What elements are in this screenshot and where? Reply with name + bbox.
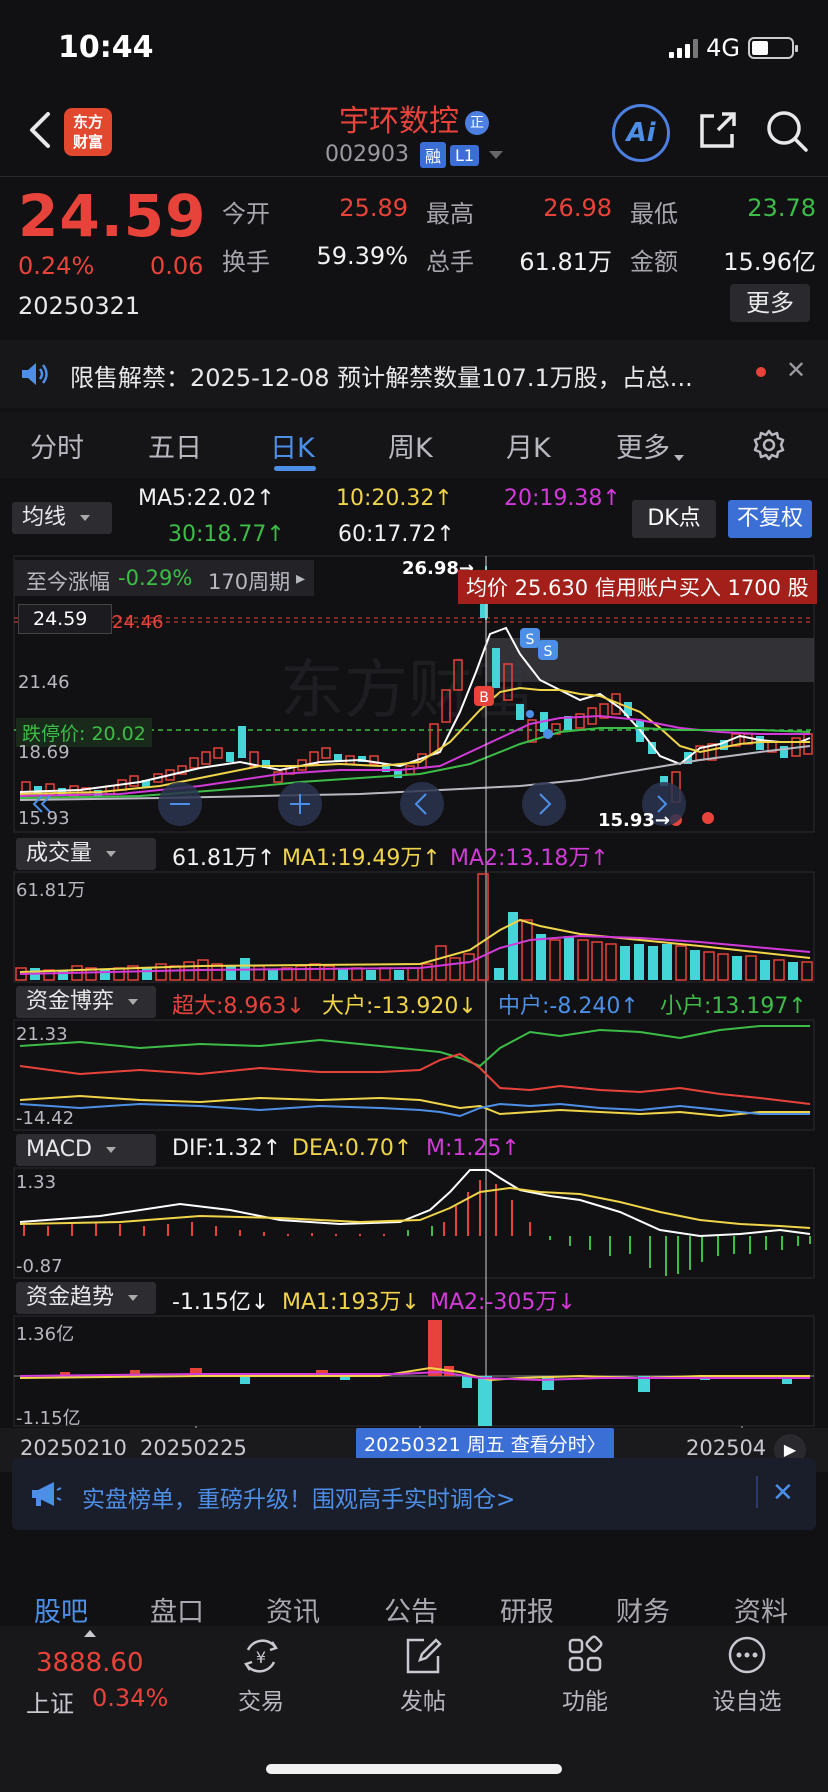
since-gain-label: 至今涨幅 [26,570,110,594]
macd-dea: DEA:0.70↑ [292,1136,413,1161]
dk-point-button[interactable]: DK点 [632,500,716,538]
volume-select-label: 成交量 [26,841,93,866]
edit-icon [406,1638,442,1674]
nav-post-label: 发帖 [400,1689,446,1715]
fund-y-top: 21.33 [16,1024,68,1045]
chevron-down-icon [105,1147,116,1153]
tab-profile[interactable]: 资料 [734,1590,788,1629]
scroll-left-button [400,782,444,826]
svg-text:S: S [526,632,535,648]
y-axis-top: 24.46 [112,612,164,633]
nav-function-label: 功能 [562,1689,608,1715]
y-axis-2: 21.46 [18,672,70,693]
ma20-value: 20:19.38↑ [504,486,621,511]
fund-select-label: 资金博弈 [26,989,115,1014]
tab-pankou[interactable]: 盘口 [150,1590,204,1629]
grid-icon [568,1635,603,1672]
nav-post[interactable]: 发帖 [368,1634,478,1716]
y-axis-3: 18.69 [18,742,70,763]
macd-bars [23,1180,811,1276]
yen-exchange-icon: ¥ [244,1639,278,1673]
tab-news[interactable]: 资讯 [266,1590,320,1629]
promo-divider [756,1476,758,1508]
nav-add-watchlist[interactable]: 设自选 [692,1634,802,1716]
macd-dif: DIF:1.32↑ [172,1136,282,1161]
trend-ma2: MA2:-305万↓ [430,1290,576,1315]
trend-select[interactable]: 资金趋势 [16,1282,156,1314]
y-axis-bottom: 15.93 [18,808,70,829]
fund-small: 小户:13.197↑ [660,994,807,1019]
index-name[interactable]: 上证 [26,1684,74,1719]
chevron-down-icon [80,515,91,521]
macd-select[interactable]: MACD [16,1134,156,1166]
svg-text:¥: ¥ [256,1648,266,1667]
caret-up-icon [84,1630,96,1637]
promo-text[interactable]: 实盘榜单，重磅升级！围观高手实时调仓> [82,1480,515,1514]
close-icon[interactable]: ✕ [772,1478,794,1508]
since-gain-value: -0.29% [118,566,193,590]
nav-trade[interactable]: ¥ 交易 [206,1634,316,1716]
fund-big: 大户:-13.920↓ [322,994,477,1019]
indicator-select-label: 均线 [22,505,67,530]
x-axis-date-1: 20250210 [20,1436,127,1460]
chevron-down-icon [128,999,139,1005]
volume-ma1: MA1:19.49万↑ [282,846,441,871]
trend-ma1: MA1:193万↓ [282,1290,420,1315]
macd-m: M:1.25↑ [426,1136,520,1161]
scroll-right-button [522,782,566,826]
low-marker: 15.93→ [598,810,671,831]
x-axis-date-2: 20250225 [140,1436,247,1460]
volume-select[interactable]: 成交量 [16,838,156,870]
adjust-button[interactable]: 不复权 [728,500,812,538]
macd-y-bottom: -0.87 [16,1256,63,1277]
nav-add-watchlist-label: 设自选 [712,1689,782,1715]
nav-trade-label: 交易 [238,1689,284,1715]
fund-super: 超大:8.963↓ [172,994,305,1019]
volume-y-top: 61.81万 [16,880,86,901]
indicator-select[interactable]: 均线 [12,502,112,534]
svg-text:S: S [544,644,553,660]
svg-text:B: B [479,690,489,706]
trend-select-label: 资金趋势 [26,1285,115,1310]
tab-guba[interactable]: 股吧 [34,1590,88,1629]
fund-y-bottom: -14.42 [16,1108,75,1129]
fund-mid: 中户:-8.240↑ [498,994,639,1019]
index-value[interactable]: 3888.60 [36,1648,144,1678]
ma5-value: MA5:22.02↑ [138,486,275,511]
home-indicator[interactable] [266,1764,562,1774]
trend-y-top: 1.36亿 [16,1324,75,1345]
fund-select[interactable]: 资金博弈 [16,986,156,1018]
megaphone-icon [32,1482,62,1506]
tab-announcement[interactable]: 公告 [384,1590,438,1629]
chevron-down-icon [128,1295,139,1301]
index-change[interactable]: 0.34% [92,1684,168,1712]
since-gain-period: 170周期 [208,570,291,594]
ma30-value: 30:18.77↑ [168,522,285,547]
nav-function[interactable]: 功能 [530,1634,640,1716]
tab-research[interactable]: 研报 [500,1590,554,1629]
macd-y-top: 1.33 [16,1172,57,1193]
trade-tip[interactable]: 均价 25.630 信用账户买入 1700 股 [458,570,817,604]
view-intraday-button[interactable]: 20250321 周五 查看分时〉 [356,1428,614,1459]
ma60-value: 60:17.72↑ [338,522,455,547]
macd-select-label: MACD [26,1137,92,1162]
more-circle-icon [728,1636,766,1674]
price-tag: 24.59 [18,604,112,634]
volume-ma2: MA2:13.18万↑ [450,846,609,871]
x-axis-date-3: 202504 [686,1436,767,1460]
chevron-right-icon: ▸ [296,568,306,589]
trend-value: -1.15亿↓ [172,1290,270,1315]
trend-y-bottom: -1.15亿 [16,1408,81,1429]
ma10-value: 10:20.32↑ [336,486,453,511]
tab-finance[interactable]: 财务 [616,1590,670,1629]
volume-value: 61.81万↑ [172,846,276,871]
chevron-down-icon [106,851,117,857]
